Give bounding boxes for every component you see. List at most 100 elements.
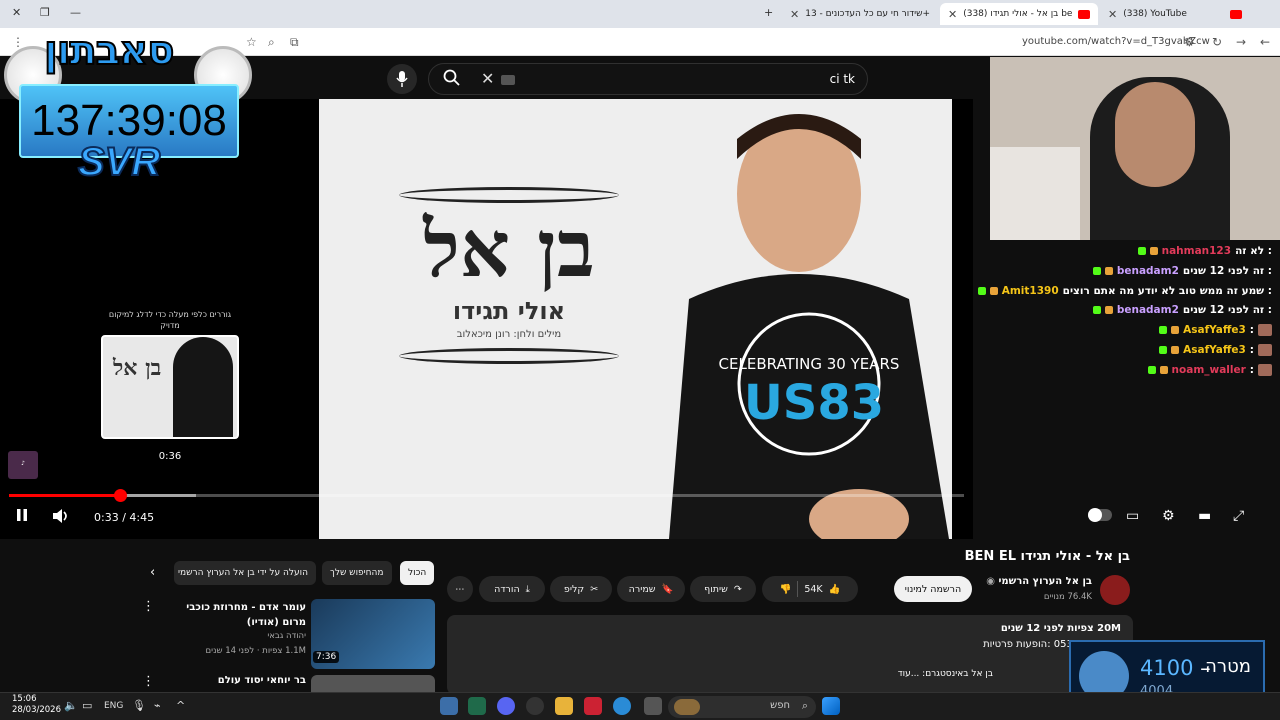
kick-badge-icon — [1159, 326, 1168, 335]
description-more[interactable]: בן אל באינסטגרם: ...עוד — [898, 669, 993, 679]
goal-label: מטרה — [1205, 656, 1251, 677]
tab-live[interactable]: ✕ שידור חי עם כל העדכונים - 13+ — [782, 3, 934, 25]
chevron-up-icon[interactable]: ^ — [176, 699, 185, 712]
volume-tray-icon[interactable]: 🔈 — [64, 699, 78, 712]
discord-icon[interactable] — [497, 697, 515, 715]
dislike-icon[interactable]: 👎 — [779, 584, 791, 595]
mic-tray-icon[interactable]: 🎙 — [132, 699, 146, 712]
like-icon[interactable]: 👍 — [829, 584, 841, 595]
related-title[interactable]: עומר אדם - מחרוזת כוכבי מרום (אודיו) — [166, 600, 306, 630]
chat-username[interactable]: noam_waller — [1172, 364, 1246, 376]
chat-text: זה לפני 12 שנים : — [1182, 304, 1272, 317]
tab-video[interactable]: ✕ (338) בן אל - אולי תגידו be — [940, 3, 1098, 25]
windows-taskbar: 15:06 28/03/2026 🔈 ▭ ENG 🎙 ⌁ ^ חפש ⌕ — [0, 692, 1280, 720]
clip-button[interactable]: קליפ ✂ — [550, 576, 612, 602]
keyboard-icon[interactable] — [501, 75, 515, 85]
chip-from-search[interactable]: מהחיפוש שלך — [322, 561, 392, 585]
related-channel[interactable]: יהודה גבאי — [267, 631, 306, 641]
divider — [797, 581, 799, 597]
language-indicator[interactable]: ENG — [104, 701, 123, 711]
zoom-icon[interactable]: ⌕ — [268, 35, 275, 50]
chip-uploaded-by[interactable]: הועלה על ידי בן אל הערוץ הרשמי — [174, 561, 316, 585]
related-meta: 1.1M צפיות · לפני 14 שנים — [205, 646, 306, 656]
subscribe-button[interactable]: הרשמה למינוי — [894, 576, 972, 602]
chat-username[interactable]: AsafYaffe3 — [1183, 324, 1246, 336]
terminal-icon[interactable] — [468, 697, 486, 715]
chat-text: : — [1249, 363, 1254, 376]
pause-icon[interactable] — [14, 507, 30, 527]
media-player-icon[interactable] — [526, 697, 544, 715]
related-menu-icon-2[interactable]: ⋮ — [142, 674, 155, 689]
channel-avatar[interactable] — [1100, 575, 1130, 605]
clear-search-icon[interactable]: ✕ — [481, 69, 494, 88]
tab-label: (338) בן אל - אולי תגידו be — [963, 9, 1073, 19]
progress-bar[interactable] — [9, 489, 964, 502]
art-title: בן אל — [423, 204, 595, 295]
autoplay-toggle[interactable] — [1088, 508, 1112, 525]
reload-icon[interactable]: ↻ — [1212, 35, 1222, 49]
shirt-logo: US83 — [744, 375, 884, 431]
related-thumbnail-2[interactable] — [311, 675, 435, 692]
new-tab-icon[interactable]: + — [764, 6, 773, 19]
share-button[interactable]: שיתוף ↷ — [690, 576, 756, 602]
chat-text: : — [1249, 344, 1254, 356]
subathon-timer-overlay: סאבתון 137:39:08 SVR — [4, 6, 254, 191]
save-button[interactable]: שמירה 🔖 — [617, 576, 685, 602]
close-tab-icon[interactable]: ✕ — [790, 8, 799, 21]
display-tray-icon[interactable]: ▭ — [82, 699, 92, 712]
calculator-icon[interactable] — [440, 697, 458, 715]
chat-username[interactable]: AsafYaffe3 — [1183, 344, 1246, 356]
kick-badge-icon — [1147, 365, 1156, 374]
tab-youtube[interactable]: ✕ (338) YouTube — [1100, 3, 1250, 25]
search-input[interactable]: ci tk — [830, 72, 855, 86]
back-icon[interactable]: ← — [1260, 35, 1270, 49]
related-duration: 7:36 — [313, 651, 340, 663]
task-view-icon[interactable] — [644, 697, 662, 715]
file-explorer-icon[interactable] — [555, 697, 573, 715]
preview-time: 0:36 — [158, 451, 182, 462]
forward-icon[interactable]: → — [1236, 35, 1246, 49]
url-text[interactable]: youtube.com/watch?v=d_T3gvahZcw — [1022, 36, 1210, 47]
theater-mode-icon[interactable]: ▬ — [1198, 508, 1211, 524]
like-count[interactable]: 54K — [804, 584, 822, 595]
streamer-webcam — [990, 57, 1280, 240]
related-title-2[interactable]: בר יוחאי יסוד עולם — [218, 675, 306, 686]
chip-all[interactable]: הכול — [400, 561, 435, 585]
network-tray-icon[interactable]: ⌁ — [154, 699, 161, 712]
chevron-left-icon[interactable]: ‹ — [150, 565, 155, 580]
settings-icon[interactable]: ⚙ — [1162, 508, 1175, 524]
download-button[interactable]: הורדה ⤓ — [479, 576, 545, 602]
subtitles-icon[interactable]: ▭ — [1126, 508, 1139, 524]
taskbar-search[interactable]: חפש ⌕ — [668, 696, 816, 718]
chat-text: : — [1249, 324, 1254, 337]
chat-username[interactable]: benadam2 — [1117, 265, 1179, 277]
art-subtitle: אולי תגידו — [452, 297, 566, 325]
video-frame: בן אל אולי תגידו מילים ולחן: רונן מיכאלו… — [319, 99, 952, 539]
chat-username[interactable]: nahman123 — [1162, 245, 1231, 257]
volume-icon[interactable] — [52, 508, 70, 528]
subscriber-count: 76.4K מנויים — [1043, 592, 1092, 602]
close-tab-icon[interactable]: ✕ — [1108, 8, 1117, 21]
fullscreen-icon[interactable]: ⤢ — [1233, 508, 1244, 524]
app-icon[interactable] — [584, 697, 602, 715]
site-settings-icon[interactable]: ⚙ — [1184, 35, 1195, 49]
microphone-icon[interactable] — [387, 64, 417, 94]
sub-badge-icon — [989, 286, 998, 295]
chat-username[interactable]: benadam2 — [1117, 304, 1179, 316]
system-clock[interactable]: 15:06 28/03/2026 — [12, 694, 61, 717]
chrome-icon[interactable] — [613, 697, 631, 715]
more-actions-icon[interactable]: ⋯ — [447, 576, 473, 602]
channel-name[interactable]: בן אל הערוץ הרשמי ◉ — [986, 576, 1092, 587]
sub-badge-icon — [1171, 326, 1180, 335]
search-icon[interactable] — [443, 69, 461, 91]
install-icon[interactable]: ⧉ — [290, 35, 299, 50]
description-box[interactable]: 20M צפיות לפני 12 שנים 053-3437226 :הופע… — [447, 615, 1133, 695]
windows-start-icon[interactable] — [822, 697, 840, 715]
chat-username[interactable]: Amit1390 — [1002, 285, 1059, 297]
search-box[interactable]: ✕ ci tk — [428, 63, 868, 95]
chat-emote — [1258, 363, 1272, 376]
close-tab-icon[interactable]: ✕ — [948, 8, 957, 21]
scrubber-handle[interactable] — [113, 489, 127, 502]
related-menu-icon[interactable]: ⋮ — [142, 599, 155, 614]
view-stats: 20M צפיות לפני 12 שנים — [1000, 623, 1121, 634]
